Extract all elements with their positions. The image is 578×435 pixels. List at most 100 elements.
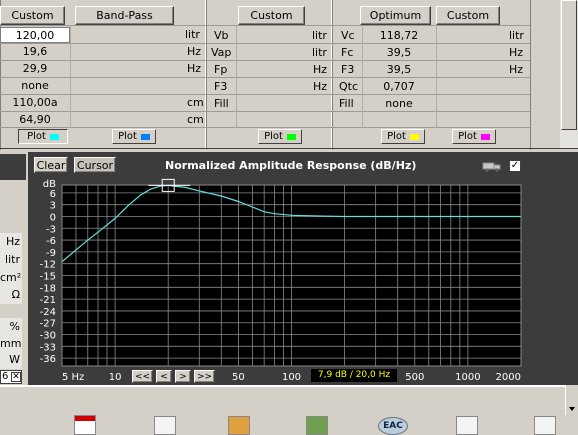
shortcut-icon[interactable] bbox=[534, 416, 556, 435]
unit-label: Hz bbox=[187, 45, 202, 58]
unit-label: cm² bbox=[0, 269, 22, 287]
x-tick-label: 10 bbox=[109, 372, 122, 383]
y-tick-label: -21 bbox=[40, 295, 56, 306]
plot-toggle[interactable]: Plot bbox=[18, 129, 68, 144]
divider bbox=[0, 385, 578, 387]
nav-first-button[interactable]: << bbox=[132, 370, 153, 383]
x-tick-label: 50 bbox=[232, 372, 245, 383]
x-tick-label: 500 bbox=[405, 372, 424, 383]
mini-field[interactable]: 6 ✕ bbox=[0, 370, 22, 384]
value-field[interactable]: 39,5 bbox=[362, 45, 436, 61]
custom-button[interactable]: Custom bbox=[238, 6, 305, 25]
color-swatch-icon bbox=[49, 133, 59, 140]
value-field[interactable]: 19,6 bbox=[0, 44, 70, 60]
x-tick-label: 100 bbox=[282, 372, 301, 383]
unit-label: litr bbox=[312, 29, 327, 42]
y-tick-label: 3 bbox=[50, 201, 56, 212]
plot-label: Plot bbox=[264, 131, 283, 142]
scroll-thumb[interactable] bbox=[561, 0, 577, 130]
x-tick-label: 5 Hz bbox=[62, 372, 84, 383]
panel-header bbox=[0, 154, 26, 180]
row-divider bbox=[0, 127, 530, 128]
optimum-button[interactable]: Optimum bbox=[360, 6, 431, 25]
unit-label: Hz bbox=[509, 63, 524, 76]
unit-label: W bbox=[0, 351, 22, 369]
value-field[interactable]: none bbox=[362, 96, 436, 112]
pdf-icon[interactable] bbox=[74, 415, 96, 435]
nav-last-button[interactable]: >> bbox=[194, 370, 215, 383]
y-tick-label: 0 bbox=[50, 212, 56, 223]
custom-button[interactable]: Custom bbox=[436, 6, 500, 25]
archive-icon[interactable] bbox=[228, 416, 250, 435]
value-field[interactable]: 120,00 bbox=[0, 27, 70, 43]
shortcut-icon[interactable] bbox=[154, 416, 176, 435]
unit-label: % bbox=[0, 318, 22, 336]
param-label: Fill bbox=[214, 97, 229, 110]
band-pass-button[interactable]: Band-Pass bbox=[75, 6, 174, 25]
plot-toggle[interactable]: Plot bbox=[112, 129, 156, 144]
nav-prev-button[interactable]: < bbox=[156, 370, 172, 383]
row-divider bbox=[0, 77, 530, 78]
graph-panel: Clear Cursor Normalized Amplitude Respon… bbox=[28, 152, 578, 385]
y-tick-label: -30 bbox=[40, 331, 56, 342]
value-field[interactable]: 29,9 bbox=[0, 61, 70, 77]
value-field[interactable]: none bbox=[0, 78, 70, 94]
color-swatch-icon bbox=[409, 133, 419, 140]
scroll-down-arrow-icon[interactable] bbox=[565, 385, 578, 415]
unit-label: litr bbox=[509, 29, 524, 42]
cursor-app-icon[interactable] bbox=[456, 416, 478, 435]
unit-label: Hz bbox=[313, 80, 328, 93]
eac-icon[interactable]: EAC bbox=[378, 417, 408, 435]
plot-label: Plot bbox=[27, 131, 46, 142]
color-swatch-icon bbox=[140, 133, 150, 140]
param-label: Qtc bbox=[339, 80, 359, 93]
param-label: F3 bbox=[341, 63, 355, 76]
y-tick-label: -36 bbox=[40, 354, 56, 365]
y-tick-label: -18 bbox=[40, 283, 56, 294]
plot-toggle[interactable]: Plot bbox=[452, 129, 496, 144]
param-label: Fp bbox=[214, 63, 228, 76]
y-tick-label: -9 bbox=[46, 248, 56, 259]
row-divider bbox=[0, 43, 530, 44]
param-label: Fill bbox=[339, 97, 354, 110]
unit-label: Hz bbox=[313, 63, 328, 76]
cursor-readout: 7,9 dB / 20,0 Hz bbox=[311, 369, 397, 382]
value-field[interactable]: 0,707 bbox=[362, 79, 436, 95]
custom-button[interactable]: Custom bbox=[0, 6, 65, 25]
unit-label: Ω bbox=[0, 286, 22, 304]
left-panel: Hz litr cm² Ω % mm W 6 ✕ bbox=[0, 152, 28, 385]
unit-label: litr bbox=[0, 251, 22, 269]
plot-label: Plot bbox=[387, 131, 406, 142]
y-tick-label: -3 bbox=[46, 224, 56, 235]
row-divider bbox=[0, 111, 530, 112]
param-label: Vb bbox=[214, 29, 229, 42]
x-tick-label: 2000 bbox=[496, 372, 521, 383]
y-tick-label: -12 bbox=[40, 260, 56, 271]
x-tick-label: 1000 bbox=[455, 372, 480, 383]
param-label: Fc bbox=[341, 46, 354, 59]
value-field[interactable]: 39,5 bbox=[362, 62, 436, 78]
plot-toggle[interactable]: Plot bbox=[381, 129, 425, 144]
y-tick-label: -24 bbox=[40, 307, 56, 318]
unit-label: cm bbox=[187, 96, 204, 109]
row-divider bbox=[0, 148, 578, 149]
nav-next-button[interactable]: > bbox=[175, 370, 191, 383]
col-divider bbox=[436, 25, 437, 128]
param-label: F3 bbox=[214, 80, 228, 93]
plot-label: Plot bbox=[458, 131, 477, 142]
plot-label: Plot bbox=[118, 131, 137, 142]
row-divider bbox=[0, 25, 530, 26]
col-divider bbox=[530, 0, 531, 150]
value-field[interactable]: 64,90 bbox=[0, 112, 70, 128]
amplitude-chart: 630-3-6-9-12-15-18-21-24-27-30-33-36 dB 5 … bbox=[40, 178, 522, 383]
taskbar: EAC bbox=[0, 385, 578, 435]
plot-toggle[interactable]: Plot bbox=[258, 129, 302, 144]
y-tick-label: -27 bbox=[40, 319, 56, 330]
value-field[interactable]: 110,00a bbox=[0, 95, 70, 111]
value-field[interactable]: 118,72 bbox=[362, 28, 436, 44]
y-tick-label: -6 bbox=[46, 236, 56, 247]
col-divider bbox=[236, 25, 237, 128]
color-swatch-icon bbox=[286, 133, 296, 140]
close-icon[interactable]: ✕ bbox=[11, 372, 21, 382]
app-icon[interactable] bbox=[306, 416, 328, 435]
